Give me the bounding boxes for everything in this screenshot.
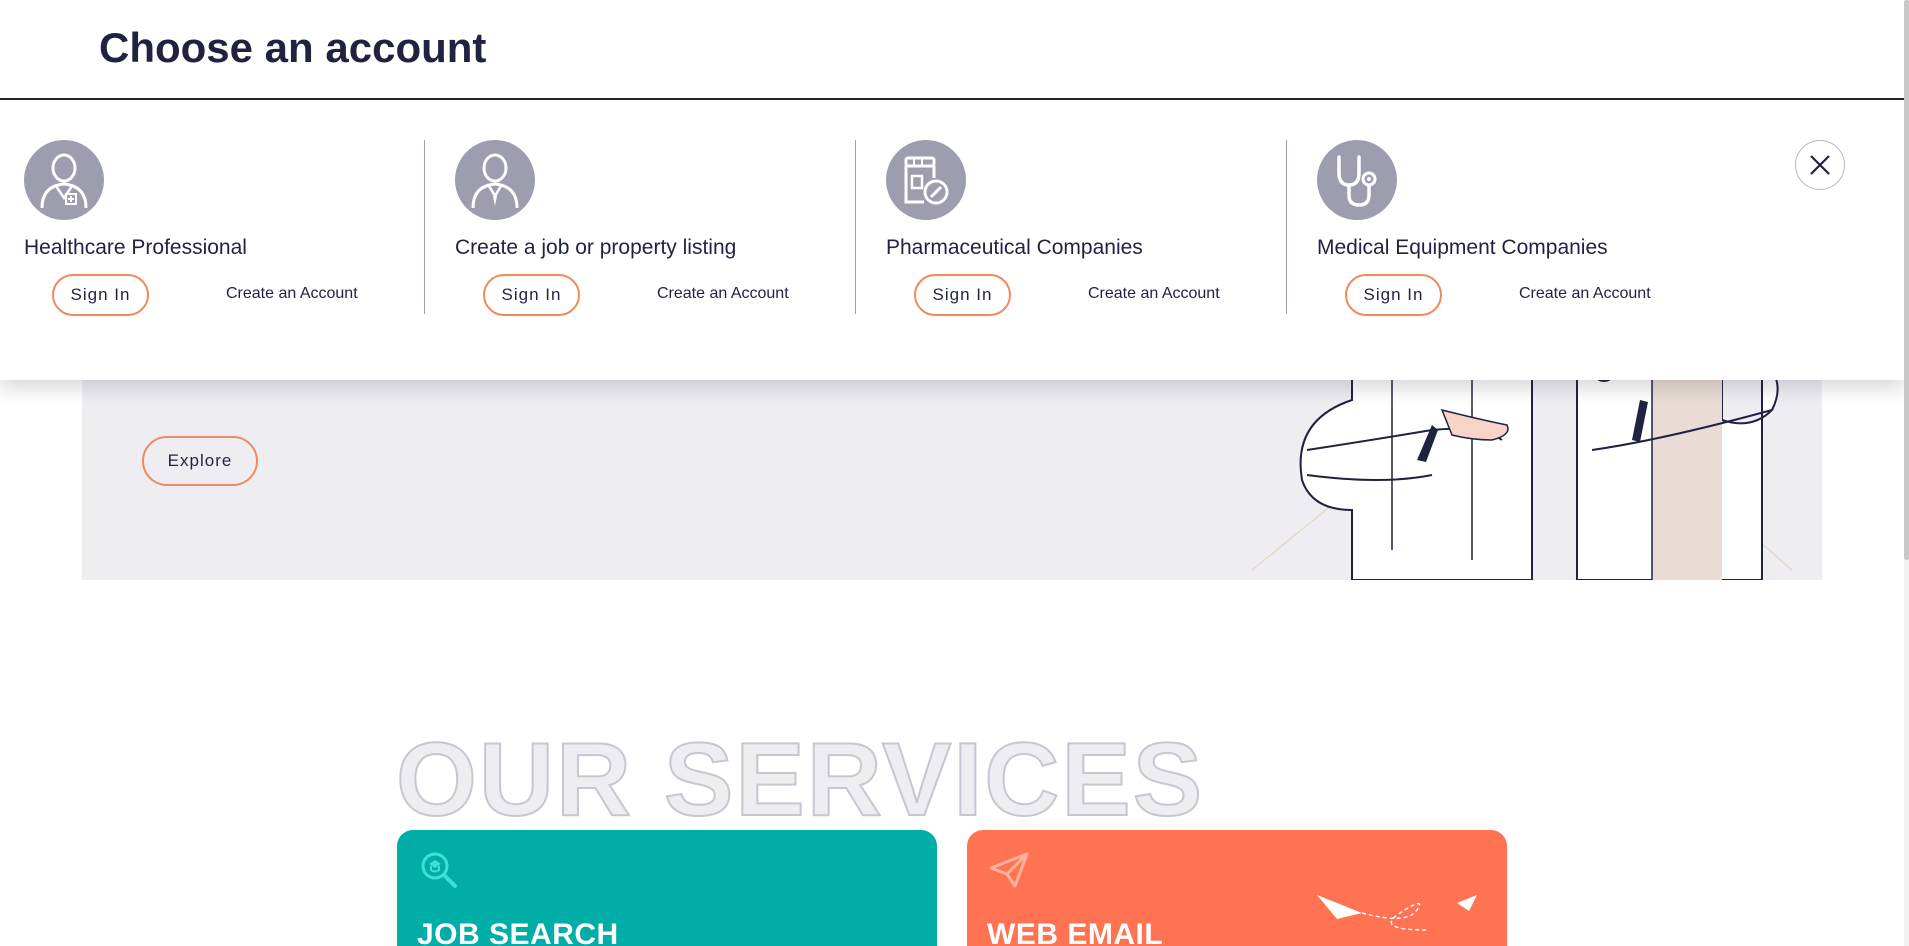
service-card-job-search[interactable]: JOB SEARCH [397, 830, 937, 946]
sign-in-button[interactable]: Sign In [914, 274, 1011, 316]
explore-button[interactable]: Explore [142, 436, 258, 486]
service-card-title: JOB SEARCH [417, 918, 619, 946]
medicine-bottle-icon [886, 140, 966, 220]
create-account-link[interactable]: Create an Account [1088, 285, 1220, 303]
choose-account-modal: Choose an account Healthcare Professiona… [0, 0, 1904, 380]
modal-header: Choose an account [0, 0, 1904, 100]
stethoscope-icon [1317, 140, 1397, 220]
account-option-label: Pharmaceutical Companies [886, 236, 1143, 259]
paper-plane-decoration [1317, 895, 1477, 931]
close-icon [1810, 155, 1830, 175]
close-modal-button[interactable] [1795, 140, 1845, 190]
sign-in-button[interactable]: Sign In [1345, 274, 1442, 316]
service-card-title: WEB EMAIL [987, 918, 1164, 946]
sign-in-button[interactable]: Sign In [483, 274, 580, 316]
account-option-healthcare-professional: Healthcare Professional Sign In Create a… [0, 140, 430, 316]
page-scrollbar[interactable] [1904, 0, 1909, 946]
service-card-web-email[interactable]: WEB EMAIL [967, 830, 1507, 946]
account-option-label: Create a job or property listing [455, 236, 737, 259]
search-icon [421, 852, 457, 888]
modal-title: Choose an account [99, 24, 487, 71]
paper-plane-icon [989, 852, 1029, 888]
person-avatar-icon [455, 140, 535, 220]
services-heading: OUR SERVICES [395, 722, 1205, 838]
create-account-link[interactable]: Create an Account [226, 285, 358, 303]
scrollbar-thumb[interactable] [1904, 0, 1909, 560]
account-option-label: Healthcare Professional [24, 236, 247, 259]
doctor-avatar-icon [24, 140, 104, 220]
sign-in-button[interactable]: Sign In [52, 274, 149, 316]
create-account-link[interactable]: Create an Account [1519, 285, 1651, 303]
account-option-label: Medical Equipment Companies [1317, 236, 1608, 259]
account-option-job-property-listing: Create a job or property listing Sign In… [424, 140, 854, 316]
account-option-medical-equipment-companies: Medical Equipment Companies Sign In Crea… [1286, 140, 1716, 316]
account-option-pharmaceutical-companies: Pharmaceutical Companies Sign In Create … [855, 140, 1285, 316]
create-account-link[interactable]: Create an Account [657, 285, 789, 303]
